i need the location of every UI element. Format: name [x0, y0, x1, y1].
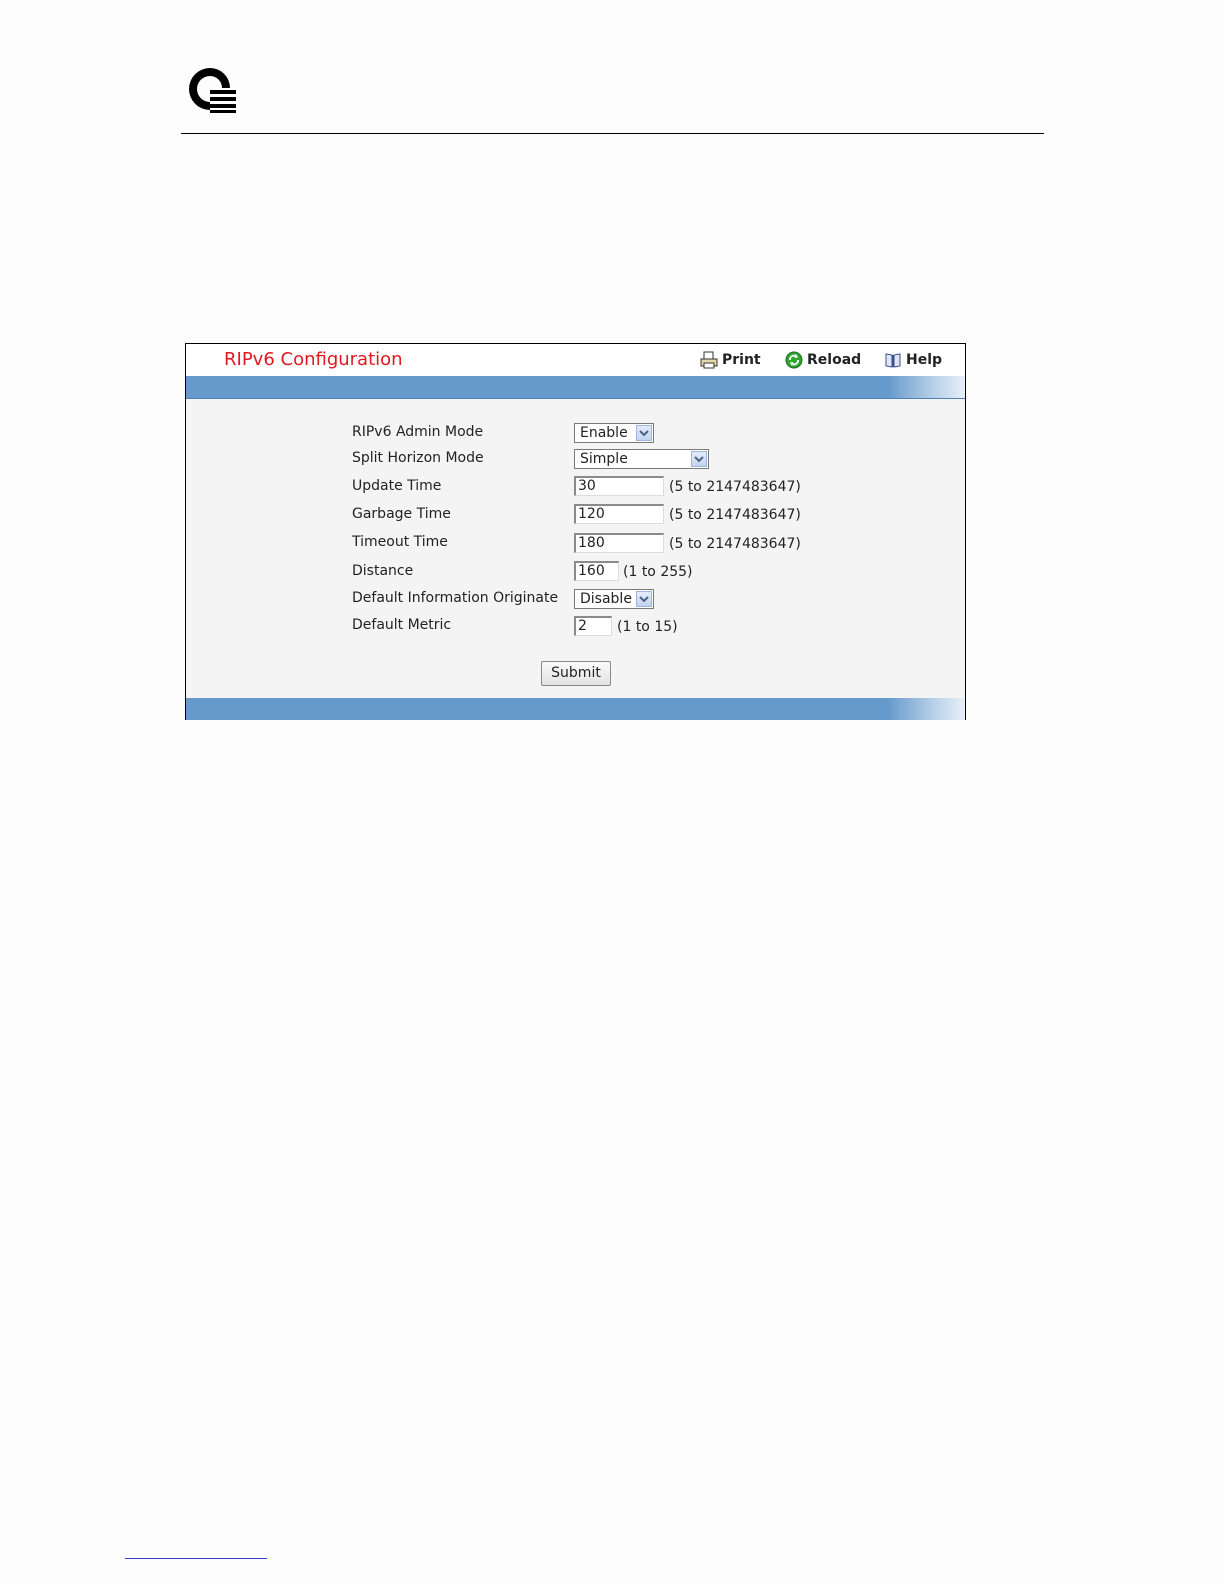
chevron-down-icon[interactable] [691, 451, 707, 467]
timeout-time-label: Timeout Time [352, 534, 448, 550]
print-button[interactable]: Print [700, 351, 761, 369]
update-time-input[interactable]: 30 [574, 476, 664, 496]
update-time-label: Update Time [352, 478, 442, 494]
default-info-originate-label: Default Information Originate [352, 590, 559, 606]
distance-range: (1 to 255) [623, 564, 693, 580]
reload-button[interactable]: Reload [785, 351, 861, 369]
footnote-divider [125, 1558, 267, 1559]
printer-icon [700, 351, 718, 369]
chevron-down-icon[interactable] [636, 591, 652, 607]
garbage-time-input[interactable]: 120 [574, 504, 664, 524]
default-metric-range: (1 to 15) [617, 619, 678, 635]
default-metric-label: Default Metric [352, 617, 452, 633]
split-horizon-select[interactable]: Simple [574, 449, 709, 469]
panel-header: RIPv6 Configuration Print Reload Help [186, 344, 965, 376]
header-divider [181, 133, 1044, 134]
company-logo-icon [189, 68, 236, 113]
page-title: RIPv6 Configuration [224, 349, 403, 370]
admin-mode-label: RIPv6 Admin Mode [352, 424, 484, 440]
timeout-time-input[interactable]: 180 [574, 533, 664, 553]
chevron-down-icon[interactable] [636, 425, 652, 441]
submit-button[interactable]: Submit [541, 661, 611, 686]
admin-mode-select[interactable]: Enable [574, 423, 654, 443]
update-time-range: (5 to 2147483647) [669, 479, 801, 495]
header-bar [186, 376, 965, 399]
distance-label: Distance [352, 563, 414, 579]
timeout-time-range: (5 to 2147483647) [669, 536, 801, 552]
split-horizon-value: Simple [580, 451, 628, 467]
distance-input[interactable]: 160 [574, 561, 619, 581]
print-label: Print [722, 352, 761, 368]
garbage-time-label: Garbage Time [352, 506, 451, 522]
default-metric-input[interactable]: 2 [574, 616, 612, 636]
garbage-time-range: (5 to 2147483647) [669, 507, 801, 523]
ripv6-config-panel: RIPv6 Configuration Print Reload Help RI… [185, 343, 966, 720]
help-button[interactable]: Help [884, 351, 942, 369]
reload-icon [785, 351, 803, 369]
default-info-originate-select[interactable]: Disable [574, 589, 654, 609]
default-info-originate-value: Disable [580, 591, 632, 607]
split-horizon-label: Split Horizon Mode [352, 450, 484, 466]
help-label: Help [906, 352, 943, 368]
admin-mode-value: Enable [580, 425, 628, 441]
reload-label: Reload [807, 352, 862, 368]
footer-bar [186, 698, 965, 720]
help-book-icon [885, 353, 901, 368]
